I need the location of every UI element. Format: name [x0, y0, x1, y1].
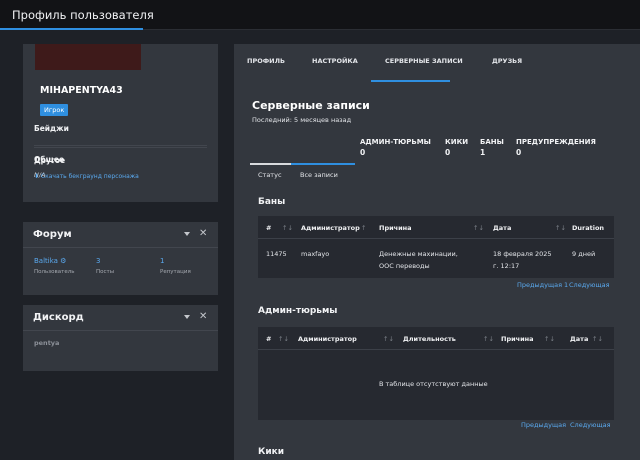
discord-title: Дискорд: [33, 312, 84, 323]
avatar: [35, 44, 141, 70]
bans-table: # ↑↓ Администратор ↑ Причина ↑↓ Дата ↑↓ …: [258, 216, 614, 278]
close-icon[interactable]: ✕: [199, 311, 207, 322]
tab-friends[interactable]: ДРУЗЬЯ: [492, 57, 522, 65]
chevron-down-icon[interactable]: [184, 315, 190, 319]
forum-title: Форум: [33, 229, 72, 240]
tab-profile[interactable]: ПРОФИЛЬ: [247, 57, 285, 65]
table-header-divider: [258, 349, 614, 350]
summary-warnings-label: ПРЕДУПРЕЖДЕНИЯ: [516, 138, 596, 146]
subtab-all-records[interactable]: Все записи: [300, 171, 338, 179]
jails-col-id[interactable]: #: [266, 335, 271, 343]
ban-id: 11475: [266, 250, 287, 258]
records-last: Последний: 5 месяцев назад: [252, 116, 352, 124]
sort-icon[interactable]: ↑↓: [592, 335, 603, 343]
forum-username-label: Пользователь: [34, 269, 75, 275]
sort-icon[interactable]: ↑↓: [473, 224, 484, 232]
forum-reputation-value[interactable]: 1: [160, 257, 164, 265]
tab-server-records[interactable]: СЕРВЕРНЫЕ ЗАПИСИ: [385, 57, 463, 65]
tab-settings[interactable]: НАСТРОЙКА: [312, 57, 358, 65]
sort-icon[interactable]: ↑↓: [282, 224, 293, 232]
ban-reason-line2: OOC переводы: [379, 262, 430, 270]
table-header-divider: [258, 238, 614, 239]
jails-col-reason[interactable]: Причина: [501, 335, 534, 343]
summary-jails-value: 0: [360, 148, 366, 157]
bans-col-reason[interactable]: Причина: [379, 224, 412, 232]
jails-col-duration[interactable]: Длительность: [403, 335, 456, 343]
sort-icon[interactable]: ↑↓: [383, 335, 394, 343]
bans-pager-next[interactable]: Следующая: [569, 281, 610, 289]
sort-icon[interactable]: ↑↓: [278, 335, 289, 343]
forum-posts-value[interactable]: 3: [96, 257, 100, 265]
sort-icon[interactable]: ↑↓: [555, 224, 566, 232]
subtab-all-indicator: [291, 163, 355, 165]
title-accent-bar: [0, 28, 143, 30]
summary-bans-value: 1: [480, 148, 486, 157]
profile-username: MIHAPENTYA43: [40, 85, 123, 96]
kicks-title: Кики: [258, 447, 285, 457]
role-badge: Игрок: [40, 104, 69, 116]
page-title: Профиль пользователя: [12, 8, 154, 22]
badges-label: Бейджи: [34, 124, 69, 133]
jails-pager-next[interactable]: Следующая: [570, 421, 611, 429]
records-title: Серверные записи: [252, 99, 370, 112]
bans-pager-prev[interactable]: Предыдущая: [517, 281, 562, 289]
discord-name: pentya: [34, 339, 60, 347]
summary-bans-label: БАНЫ: [480, 138, 504, 146]
sort-icon[interactable]: ↑: [361, 224, 366, 232]
divider: [34, 147, 207, 148]
summary-warnings-value: 0: [516, 148, 522, 157]
bans-col-admin[interactable]: Администратор: [301, 224, 360, 232]
jails-pager-prev[interactable]: Предыдущая: [521, 421, 566, 429]
summary-kicks-label: КИКИ: [445, 138, 469, 146]
jails-empty-message: В таблице отсутствуют данные: [379, 380, 488, 388]
discord-widget: Дискорд ✕ pentya: [23, 305, 218, 371]
summary-jails-label: АДМИН-ТЮРЬМЫ: [360, 138, 431, 146]
close-icon[interactable]: ✕: [199, 228, 207, 239]
bans-title: Баны: [258, 197, 286, 207]
bans-pager-page[interactable]: 1: [564, 281, 568, 289]
bans-col-date[interactable]: Дата: [493, 224, 511, 232]
ban-duration: 9 дней: [572, 250, 596, 258]
sort-icon[interactable]: ↑↓: [483, 335, 494, 343]
bans-col-duration[interactable]: Duration: [572, 224, 604, 232]
forum-reputation-label: Репутация: [160, 269, 191, 275]
download-background-link[interactable]: ⬇ Скачать бекграунд персонажа: [34, 173, 139, 180]
jails-table: # ↑↓ Администратор ↑↓ Длительность ↑↓ Пр…: [258, 327, 614, 420]
forum-username-link[interactable]: Baltika ⚙: [34, 257, 66, 265]
forum-posts-label: Посты: [96, 269, 115, 275]
jails-title: Админ-тюрьмы: [258, 306, 338, 316]
subtab-status[interactable]: Статус: [258, 171, 282, 179]
profile-card-lower: Другое ⬇ Скачать бекграунд персонажа: [23, 142, 218, 202]
ban-admin: maxfayo: [301, 250, 330, 258]
jails-col-date[interactable]: Дата: [570, 335, 588, 343]
ban-date-line1: 18 февраля 2025: [493, 250, 552, 258]
sort-icon[interactable]: ↑↓: [544, 335, 555, 343]
discord-widget-header: Дискорд ✕: [23, 305, 218, 331]
summary-kicks-value: 0: [445, 148, 451, 157]
top-bar: Профиль пользователя: [0, 0, 640, 30]
other-label: Другое: [34, 156, 66, 165]
subtab-status-indicator: [250, 163, 291, 165]
jails-col-admin[interactable]: Администратор: [298, 335, 357, 343]
bans-col-id[interactable]: #: [266, 224, 271, 232]
active-tab-indicator: [371, 80, 450, 82]
ban-date-line2: г. 12:17: [493, 262, 520, 270]
forum-widget: Форум ✕ Baltika ⚙ Пользователь 3 Посты 1…: [23, 222, 218, 295]
chevron-down-icon[interactable]: [184, 232, 190, 236]
forum-widget-header: Форум ✕: [23, 222, 218, 248]
ban-reason-line1: Денежные махинации,: [379, 250, 458, 258]
